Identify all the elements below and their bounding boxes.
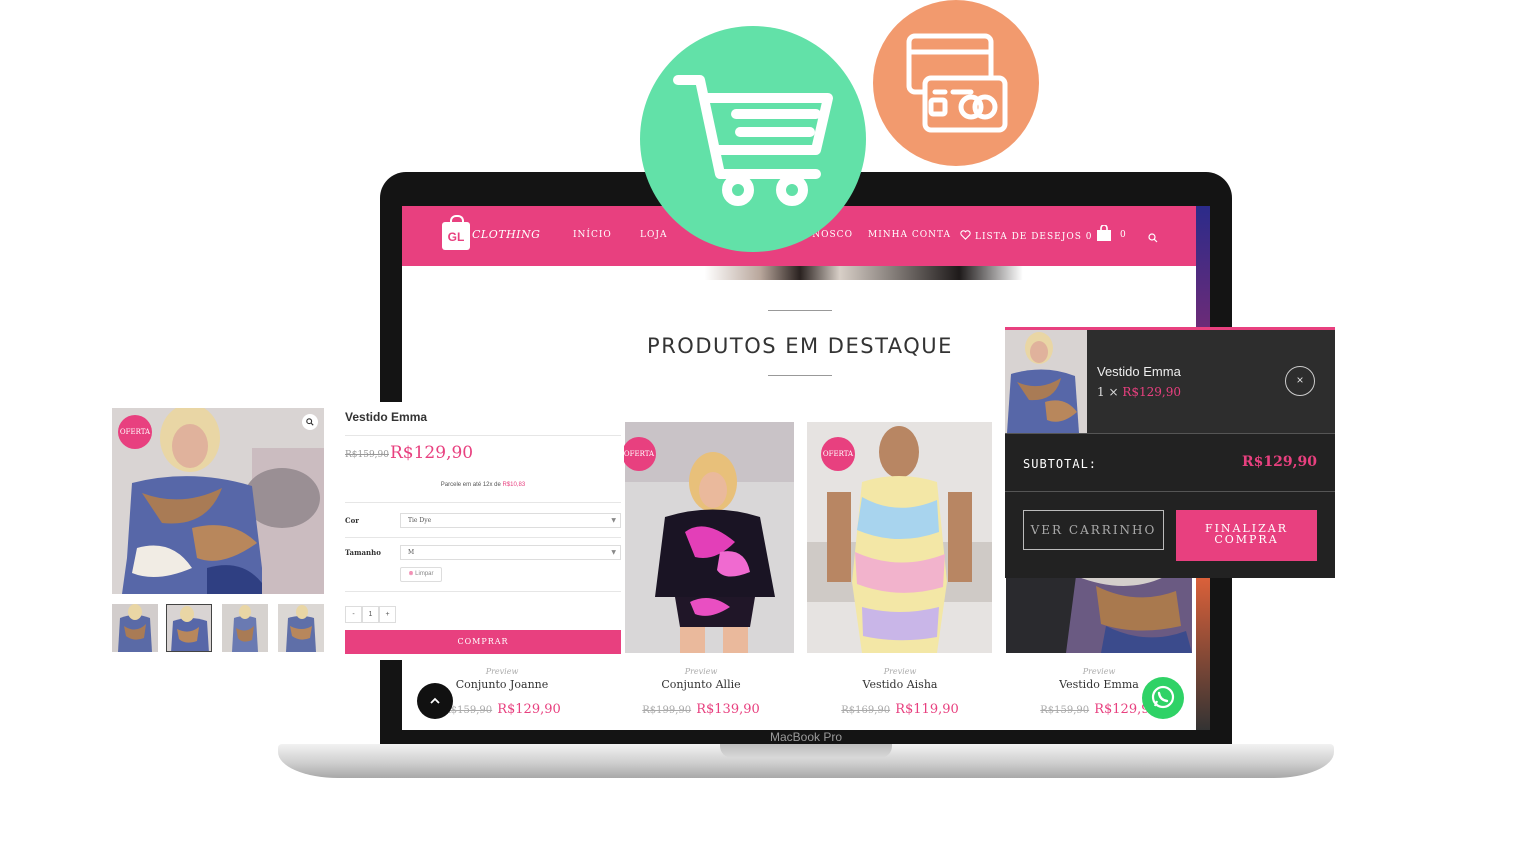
subtotal-label: SUBTOTAL: <box>1023 457 1098 471</box>
thumb-photo-4 <box>278 604 324 652</box>
wishlist-label: LISTA DE DESEJOS 0 <box>975 232 1093 242</box>
product-preview-1: Preview <box>485 667 519 676</box>
badge-oferta-allie: OFERTA <box>622 437 656 471</box>
checkout-label-line2: COMPRA <box>1214 533 1279 546</box>
product-preview-2: Preview <box>684 667 718 676</box>
detail-thumb-4[interactable] <box>278 604 324 652</box>
logo-text: CLOTHING <box>472 228 541 241</box>
cart-item-quantity: 1 × R$129,90 <box>1097 385 1181 399</box>
detail-badge-oferta: OFERTA <box>118 415 152 449</box>
detail-old-price: R$159,90 <box>345 450 389 460</box>
cart-item-image[interactable] <box>1005 330 1087 433</box>
laptop-notch <box>720 744 892 758</box>
chevron-down-icon: ▼ <box>611 549 616 556</box>
product-detail-panel: Vestido Emma R$159,90 R$129,90 Parcele e… <box>340 402 624 660</box>
qty-plus-button[interactable]: + <box>379 606 396 623</box>
product-image-emma[interactable] <box>1006 576 1192 653</box>
detail-divider-2 <box>345 502 621 503</box>
detail-thumb-2[interactable] <box>166 604 212 652</box>
cart-qty-text: 1 × <box>1097 385 1119 399</box>
chevron-down-icon: ▼ <box>611 517 616 524</box>
product-new-price-1: R$129,90 <box>497 702 561 717</box>
whatsapp-icon <box>1151 685 1175 709</box>
cart-divider-2 <box>1005 491 1335 492</box>
product-new-price-3: R$119,90 <box>895 702 959 717</box>
laptop-brand: MacBook Pro <box>769 730 843 744</box>
cart-item-name[interactable]: Vestido Emma <box>1097 364 1181 379</box>
product-price-2: R$199,90 R$139,90 <box>601 698 801 717</box>
whatsapp-button[interactable] <box>1142 677 1184 719</box>
qty-input[interactable]: 1 <box>362 606 379 623</box>
detail-new-price: R$129,90 <box>390 443 474 463</box>
cart-nav-button[interactable]: 0 <box>1096 224 1126 247</box>
nav-minha-conta[interactable]: MINHA CONTA <box>868 230 951 240</box>
detail-title: Vestido Emma <box>345 410 428 424</box>
cart-divider-1 <box>1005 433 1335 434</box>
close-icon[interactable]: × <box>1285 366 1315 396</box>
site-logo[interactable]: GL CLOTHING <box>442 215 552 254</box>
zoom-icon[interactable] <box>302 414 318 430</box>
detail-thumb-1[interactable] <box>112 604 158 652</box>
subtotal-value: R$129,90 <box>1242 454 1317 470</box>
hero-image-strip <box>402 266 1198 280</box>
heart-icon <box>960 230 971 240</box>
size-select-value: M <box>408 549 415 556</box>
detail-divider-3 <box>345 537 621 538</box>
payment-badge <box>873 0 1039 166</box>
product-old-price-2: R$199,90 <box>642 705 692 716</box>
title-line-top <box>768 310 832 311</box>
product-preview-3: Preview <box>883 667 917 676</box>
view-cart-button[interactable]: VER CARRINHO <box>1023 510 1164 550</box>
detail-divider-1 <box>345 435 621 436</box>
shopping-cart-icon <box>673 75 833 206</box>
installments-value: R$10,83 <box>502 482 526 488</box>
payment-cards-icon <box>906 33 1008 133</box>
search-icon <box>1148 233 1158 243</box>
nav-inicio[interactable]: INÍCIO <box>573 230 612 240</box>
color-select[interactable]: Tie Dye ▼ <box>400 513 621 528</box>
zoom-glyph <box>306 418 314 426</box>
chevron-up-icon <box>430 697 440 704</box>
product-name-3[interactable]: Vestido Aisha <box>800 678 1000 691</box>
detail-divider-4 <box>345 591 621 592</box>
thumb-photo-2 <box>167 605 211 651</box>
size-label: Tamanho <box>345 548 381 557</box>
size-select[interactable]: M ▼ <box>400 545 621 560</box>
nav-wishlist[interactable]: LISTA DE DESEJOS 0 <box>960 230 1092 242</box>
product-old-price-3: R$169,90 <box>841 705 891 716</box>
clear-label: Limpar <box>415 571 434 577</box>
product-preview-4: Preview <box>1082 667 1116 676</box>
buy-button[interactable]: COMPRAR <box>345 630 621 654</box>
search-button[interactable] <box>1148 230 1158 248</box>
clear-icon: ⊗ <box>408 571 414 577</box>
cart-item: Vestido Emma 1 × R$129,90 × <box>1005 330 1335 433</box>
detail-thumb-3[interactable] <box>222 604 268 652</box>
product-photo-emma <box>1006 576 1192 653</box>
product-name-2[interactable]: Conjunto Allie <box>601 678 801 691</box>
bag-icon <box>1097 224 1111 241</box>
scroll-to-top-button[interactable] <box>417 683 453 719</box>
badge-oferta-aisha: OFERTA <box>821 437 855 471</box>
checkout-button[interactable]: FINALIZAR COMPRA <box>1176 510 1317 561</box>
product-new-price-2: R$139,90 <box>696 702 760 717</box>
color-select-value: Tie Dye <box>408 517 432 524</box>
installments-text: Parcele em até 12x de <box>440 482 501 488</box>
color-label: Cor <box>345 516 359 525</box>
product-price-3: R$169,90 R$119,90 <box>800 698 1000 717</box>
thumb-photo-1 <box>112 604 158 652</box>
product-old-price-4: R$159,90 <box>1040 705 1090 716</box>
bag-logo-icon: GL <box>442 215 470 250</box>
mini-cart: Vestido Emma 1 × R$129,90 × SUBTOTAL: R$… <box>1005 327 1335 578</box>
cart-item-price: R$129,90 <box>1122 385 1182 399</box>
qty-minus-button[interactable]: - <box>345 606 362 623</box>
cart-count: 0 <box>1120 230 1126 240</box>
cart-item-photo <box>1005 330 1087 433</box>
thumb-photo-3 <box>222 604 268 652</box>
title-line-bottom <box>768 375 832 376</box>
shopping-cart-badge <box>640 26 866 252</box>
clear-selection-button[interactable]: ⊗ Limpar <box>400 567 442 582</box>
detail-installments: Parcele em até 12x de R$10,83 <box>345 482 621 488</box>
